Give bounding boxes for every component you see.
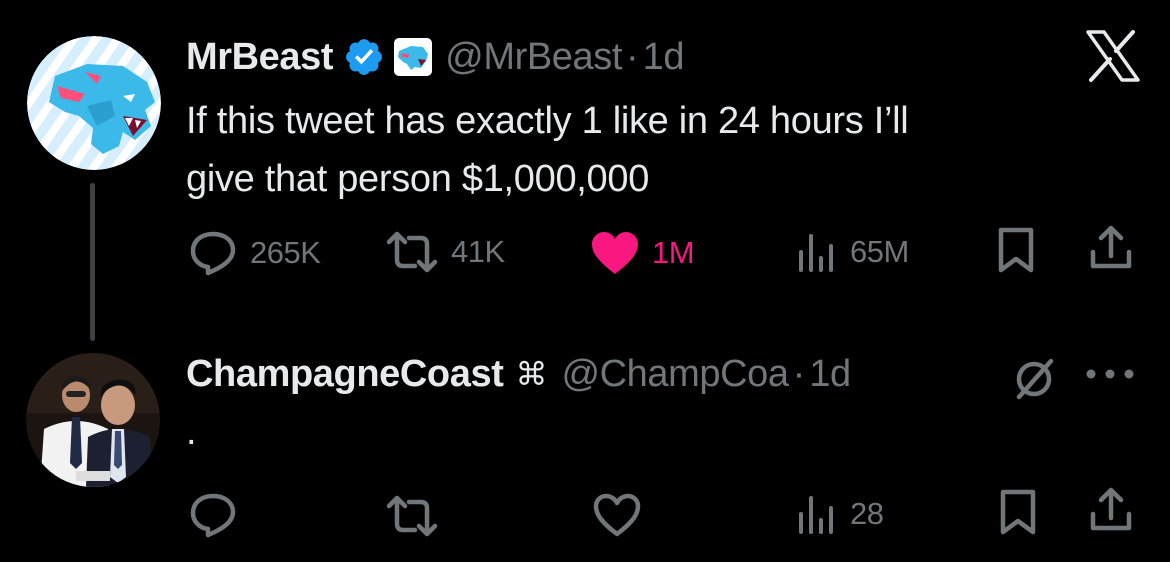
views-icon: [794, 492, 838, 536]
views-icon: [794, 230, 838, 274]
tweet-age[interactable]: 1d: [643, 36, 685, 79]
thread-line: [90, 183, 95, 341]
reply-age[interactable]: 1d: [809, 353, 851, 396]
retweet-icon: [385, 494, 439, 538]
share-icon: [1087, 225, 1135, 276]
share-button[interactable]: [1087, 224, 1135, 277]
views-button[interactable]: 65M: [794, 230, 909, 274]
verified-badge-icon[interactable]: [343, 36, 385, 78]
muted-icon[interactable]: [1011, 355, 1057, 401]
affiliate-badge-icon[interactable]: [393, 37, 433, 77]
author-handle[interactable]: @MrBeast: [445, 36, 622, 79]
author-name[interactable]: MrBeast: [186, 36, 334, 79]
champagnecoast-avatar[interactable]: [26, 353, 160, 487]
tweet-text-line-1: If this tweet has exactly 1 like in 24 h…: [186, 100, 909, 142]
reply-like-button[interactable]: [592, 492, 642, 538]
retweet-icon: [385, 230, 439, 274]
reply-views-button[interactable]: 28: [794, 492, 884, 536]
mrbeast-avatar[interactable]: [27, 36, 161, 170]
reply-author-handle[interactable]: @ChampCoa: [561, 353, 789, 396]
reply-button[interactable]: 265K: [188, 230, 321, 276]
reply-icon: [188, 492, 238, 538]
reply-author-name[interactable]: ChampagneCoast: [186, 353, 504, 396]
tweet-text-line-2: give that person $1,000,000: [186, 158, 650, 200]
reply-views-count: 28: [850, 496, 884, 531]
bookmark-icon: [998, 489, 1038, 540]
views-count: 65M: [850, 234, 909, 269]
like-button[interactable]: 1M: [590, 230, 695, 276]
separator: ·: [626, 35, 639, 78]
reply-text: .: [186, 411, 197, 453]
reply-reply-button[interactable]: [188, 492, 238, 538]
reply-count: 265K: [250, 235, 321, 270]
reply-header: ChampagneCoast ⌘ @ChampCoa · 1d: [186, 350, 851, 398]
reply-bookmark-button[interactable]: [998, 488, 1038, 541]
name-symbol: ⌘: [515, 356, 548, 392]
more-icon[interactable]: [1081, 366, 1139, 382]
x-logo-icon[interactable]: [1085, 30, 1141, 82]
like-icon: [592, 492, 642, 538]
reply-retweet-button[interactable]: [385, 494, 439, 538]
bookmark-button[interactable]: [996, 226, 1036, 279]
tweet-header: MrBeast @MrBeast · 1d: [186, 33, 685, 81]
like-icon: [590, 230, 640, 276]
tweet-text: If this tweet has exactly 1 like in 24 h…: [186, 92, 1086, 208]
bookmark-icon: [996, 227, 1036, 278]
reply-share-button[interactable]: [1087, 486, 1135, 539]
retweet-button[interactable]: 41K: [385, 230, 505, 274]
retweet-count: 41K: [451, 234, 505, 269]
like-count: 1M: [652, 235, 695, 270]
reply-separator: ·: [792, 352, 806, 395]
share-icon: [1087, 487, 1135, 538]
reply-icon: [188, 230, 238, 276]
